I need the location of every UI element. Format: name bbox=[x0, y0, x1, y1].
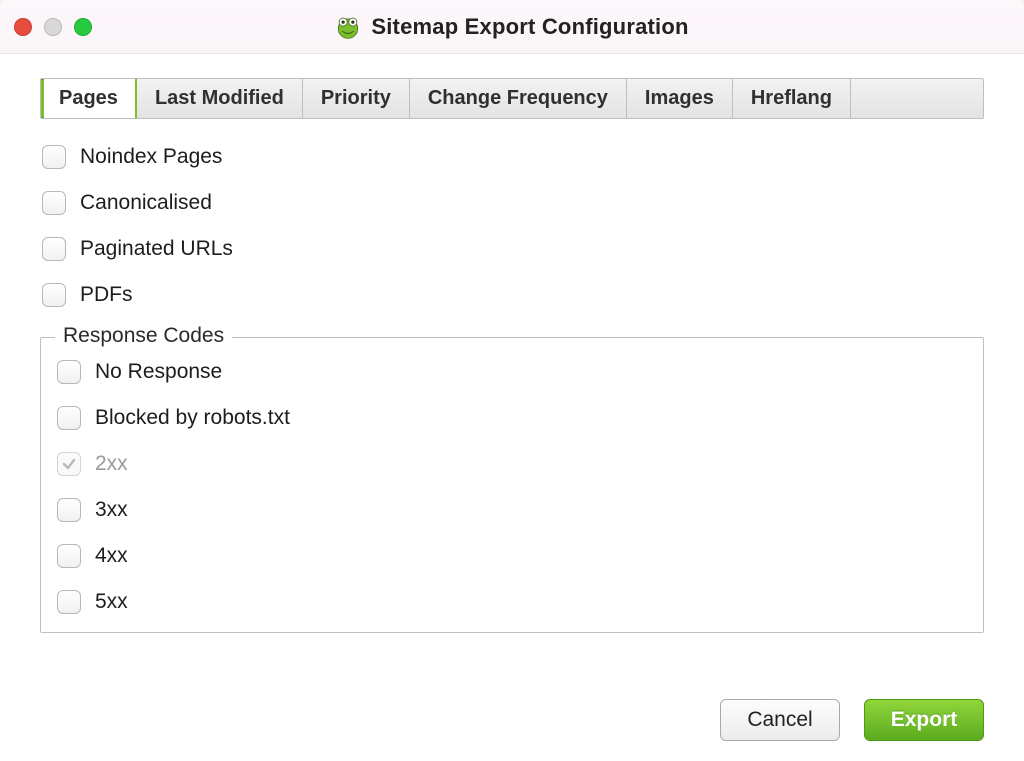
checkbox-label: 3xx bbox=[95, 498, 128, 522]
checkbox-label: Canonicalised bbox=[80, 191, 212, 215]
button-label: Export bbox=[891, 708, 958, 731]
checkbox-label: Blocked by robots.txt bbox=[95, 406, 290, 430]
response-codes-legend: Response Codes bbox=[55, 324, 232, 348]
tab-hreflang[interactable]: Hreflang bbox=[733, 79, 851, 118]
checkbox-4xx[interactable] bbox=[57, 544, 81, 568]
tab-label: Last Modified bbox=[155, 87, 284, 109]
checkbox-label: PDFs bbox=[80, 283, 133, 307]
checkbox-pdfs[interactable] bbox=[42, 283, 66, 307]
checkbox-label: No Response bbox=[95, 360, 222, 384]
tab-pages[interactable]: Pages bbox=[41, 79, 137, 118]
check-icon bbox=[61, 456, 77, 472]
dialog-footer: Cancel Export bbox=[40, 671, 984, 741]
checkbox-label: 2xx bbox=[95, 452, 128, 476]
option-no-response: No Response bbox=[57, 360, 969, 384]
window-title: Sitemap Export Configuration bbox=[371, 14, 688, 40]
checkbox-blocked-by-robots[interactable] bbox=[57, 406, 81, 430]
titlebar: Sitemap Export Configuration bbox=[0, 0, 1024, 54]
checkbox-3xx[interactable] bbox=[57, 498, 81, 522]
option-4xx: 4xx bbox=[57, 544, 969, 568]
title-center: Sitemap Export Configuration bbox=[335, 14, 688, 40]
checkbox-paginated-urls[interactable] bbox=[42, 237, 66, 261]
window-controls bbox=[14, 18, 92, 36]
tab-change-frequency[interactable]: Change Frequency bbox=[410, 79, 627, 118]
tab-label: Pages bbox=[59, 87, 118, 109]
response-codes-list: No Response Blocked by robots.txt 2xx bbox=[55, 360, 969, 614]
checkbox-no-response[interactable] bbox=[57, 360, 81, 384]
tab-priority[interactable]: Priority bbox=[303, 79, 410, 118]
checkbox-2xx bbox=[57, 452, 81, 476]
zoom-window-button[interactable] bbox=[74, 18, 92, 36]
tabbar-filler bbox=[851, 79, 983, 118]
tabbar: Pages Last Modified Priority Change Freq… bbox=[40, 78, 984, 119]
tab-last-modified[interactable]: Last Modified bbox=[137, 79, 303, 118]
tab-label: Hreflang bbox=[751, 87, 832, 109]
option-blocked-by-robots: Blocked by robots.txt bbox=[57, 406, 969, 430]
close-window-button[interactable] bbox=[14, 18, 32, 36]
option-noindex-pages: Noindex Pages bbox=[42, 145, 984, 169]
checkbox-label: 5xx bbox=[95, 590, 128, 614]
cancel-button[interactable]: Cancel bbox=[720, 699, 840, 741]
dialog-window: Sitemap Export Configuration Pages Last … bbox=[0, 0, 1024, 761]
checkbox-label: 4xx bbox=[95, 544, 128, 568]
dialog-content: Pages Last Modified Priority Change Freq… bbox=[0, 54, 1024, 761]
tab-label: Images bbox=[645, 87, 714, 109]
page-options: Noindex Pages Canonicalised Paginated UR… bbox=[40, 145, 984, 307]
option-2xx: 2xx bbox=[57, 452, 969, 476]
tab-images[interactable]: Images bbox=[627, 79, 733, 118]
checkbox-label: Paginated URLs bbox=[80, 237, 233, 261]
checkbox-noindex-pages[interactable] bbox=[42, 145, 66, 169]
checkbox-label: Noindex Pages bbox=[80, 145, 222, 169]
option-paginated-urls: Paginated URLs bbox=[42, 237, 984, 261]
response-codes-group: Response Codes No Response Blocked by ro… bbox=[40, 337, 984, 633]
tab-label: Priority bbox=[321, 87, 391, 109]
app-frog-icon bbox=[335, 14, 361, 40]
export-button[interactable]: Export bbox=[864, 699, 984, 741]
option-pdfs: PDFs bbox=[42, 283, 984, 307]
option-canonicalised: Canonicalised bbox=[42, 191, 984, 215]
minimize-window-button[interactable] bbox=[44, 18, 62, 36]
button-label: Cancel bbox=[747, 708, 812, 731]
option-3xx: 3xx bbox=[57, 498, 969, 522]
option-5xx: 5xx bbox=[57, 590, 969, 614]
checkbox-5xx[interactable] bbox=[57, 590, 81, 614]
tab-label: Change Frequency bbox=[428, 87, 608, 109]
checkbox-canonicalised[interactable] bbox=[42, 191, 66, 215]
